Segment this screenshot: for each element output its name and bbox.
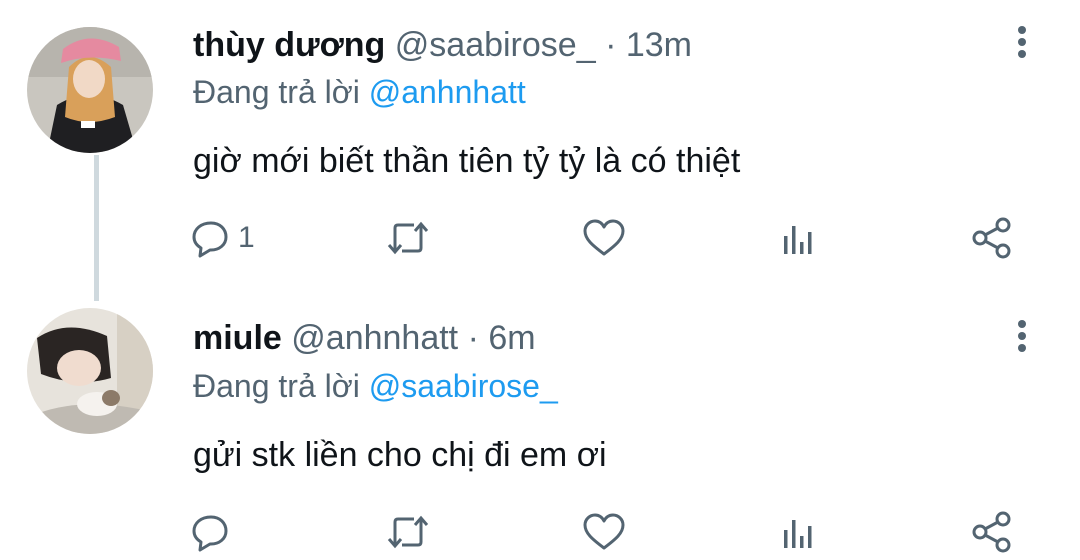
replying-to: Đang trả lời @saabirose_ xyxy=(193,367,558,405)
views-button[interactable] xyxy=(778,510,818,554)
vertical-ellipsis-icon xyxy=(1018,320,1026,352)
reply-mention[interactable]: @anhnhatt xyxy=(369,74,526,110)
separator-dot: · xyxy=(605,26,617,64)
tweet-saabirose[interactable]: thùy dương @saabirose_ · 13m Đang trả lờ… xyxy=(0,0,1080,290)
reply-prefix: Đang trả lời xyxy=(193,74,360,110)
timestamp[interactable]: 6m xyxy=(488,319,535,357)
share-icon xyxy=(972,511,1011,553)
reply-button[interactable]: 1 xyxy=(190,216,255,260)
bar-chart-icon xyxy=(784,520,812,548)
avatar[interactable] xyxy=(27,308,153,434)
retweet-button[interactable] xyxy=(386,510,430,554)
author-handle[interactable]: @saabirose_ xyxy=(395,26,596,64)
reply-prefix: Đang trả lời xyxy=(193,368,360,404)
tweet-actions xyxy=(190,510,1030,554)
author-handle[interactable]: @anhnhatt xyxy=(291,319,458,357)
tweet-anhnhatt[interactable]: miule @anhnhatt · 6m Đang trả lời @saabi… xyxy=(0,290,1080,560)
reply-button[interactable] xyxy=(190,510,238,554)
reply-mention[interactable]: @saabirose_ xyxy=(369,368,558,404)
author-name[interactable]: miule xyxy=(193,319,282,357)
replying-to: Đang trả lời @anhnhatt xyxy=(193,73,526,111)
avatar[interactable] xyxy=(27,27,153,153)
views-button[interactable] xyxy=(778,216,818,260)
tweet-text: gửi stk liền cho chị đi em ơi xyxy=(193,436,607,474)
heart-icon xyxy=(583,513,625,550)
speech-bubble-icon xyxy=(192,221,228,258)
tweet-actions: 1 xyxy=(190,216,1030,260)
share-icon xyxy=(972,217,1011,259)
reply-count: 1 xyxy=(238,221,255,254)
separator-dot: · xyxy=(467,319,479,357)
share-button[interactable] xyxy=(970,216,1014,260)
speech-bubble-icon xyxy=(192,515,228,552)
more-options-button[interactable] xyxy=(1005,316,1039,356)
retweet-icon xyxy=(387,515,429,549)
bar-chart-icon xyxy=(784,226,812,254)
more-options-button[interactable] xyxy=(1005,22,1039,62)
like-button[interactable] xyxy=(582,510,626,554)
heart-icon xyxy=(583,219,625,256)
author-name[interactable]: thùy dương xyxy=(193,26,385,64)
retweet-icon xyxy=(387,221,429,255)
tweet-text: giờ mới biết thần tiên tỷ tỷ là có thiệt xyxy=(193,142,741,180)
timestamp[interactable]: 13m xyxy=(626,26,692,64)
share-button[interactable] xyxy=(970,510,1014,554)
vertical-ellipsis-icon xyxy=(1018,26,1026,58)
like-button[interactable] xyxy=(582,216,626,260)
retweet-button[interactable] xyxy=(386,216,430,260)
